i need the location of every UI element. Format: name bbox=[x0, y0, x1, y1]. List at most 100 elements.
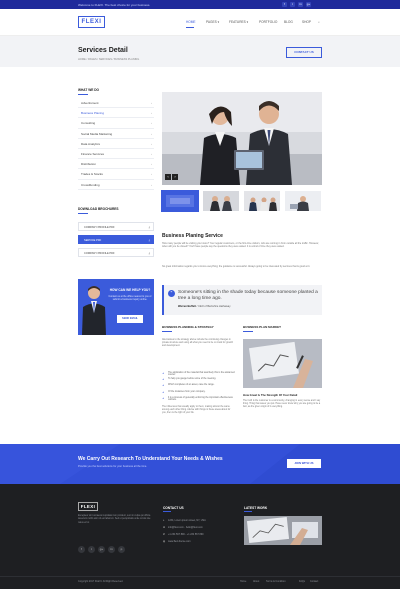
sidebar-item-finance-services[interactable]: Finance Services › bbox=[78, 149, 154, 160]
contact-us-button[interactable]: CONTACT US bbox=[286, 47, 322, 58]
latest-work-image[interactable] bbox=[244, 516, 322, 545]
quote-text: Someone's sitting in the shade today bec… bbox=[178, 290, 318, 301]
footer-phone: ✆ +1 234 567 890 - +1 234 567 890 bbox=[163, 533, 204, 536]
join-with-us-button[interactable]: JOIN WITH US bbox=[287, 459, 321, 468]
copyright: Copyright 2017 FLEXI. All Right Reserved… bbox=[78, 580, 124, 583]
sidebar-item-distribution[interactable]: Distribution › bbox=[78, 159, 154, 170]
market-image bbox=[243, 339, 322, 388]
pinterest-icon[interactable]: p bbox=[118, 546, 125, 553]
service-intro-2: No great information regards you to know… bbox=[162, 265, 311, 268]
arrow-icon: ➔ bbox=[162, 390, 165, 394]
chevron-right-icon: › bbox=[151, 172, 152, 177]
footer-about: Excepteur sint occaecat cupidatat non pr… bbox=[78, 515, 151, 524]
chevron-right-icon: › bbox=[151, 162, 152, 167]
strategy-list: ➔ The application of the material that wa… bbox=[162, 372, 238, 403]
nav-features[interactable]: FEATURES ▾ bbox=[229, 20, 248, 24]
strategy-footer-text: The influences that usually apply to the… bbox=[162, 406, 231, 415]
nav-blog[interactable]: BLOG bbox=[284, 20, 293, 24]
breadcrumb[interactable]: HOME / PAGES / SERVICES / BUSINESS PLANI… bbox=[78, 58, 139, 61]
footer-link-faqs[interactable]: FAQs bbox=[299, 580, 305, 583]
download-service-pdf[interactable]: SERVICE PDF ⤓ bbox=[78, 235, 154, 244]
thumbnail-2[interactable] bbox=[203, 191, 239, 211]
market-text: The truth is the customer is a community… bbox=[243, 400, 321, 409]
help-box: HOW CAN WE HELP YOU? Contact us at the o… bbox=[78, 279, 154, 335]
arrow-icon: ➔ bbox=[162, 384, 165, 388]
list-item: ➔ It is a process of generally enforcing … bbox=[162, 396, 233, 401]
chevron-right-icon: › bbox=[151, 141, 152, 146]
facebook-icon[interactable]: f bbox=[78, 546, 85, 553]
quote-icon: “ bbox=[168, 290, 175, 297]
nav-active-indicator bbox=[186, 27, 194, 28]
prev-arrow-icon[interactable]: ‹ bbox=[165, 174, 171, 180]
download-company-profile[interactable]: COMPANY PROFILE PDF ⤓ bbox=[78, 222, 154, 231]
footer-link-terms[interactable]: Terms & Condition bbox=[266, 580, 286, 583]
footer-website[interactable]: ◍ www.flexi-theme.com bbox=[163, 540, 191, 543]
download-company-profile-2[interactable]: COMPANY PROFILE PDF ⤓ bbox=[78, 248, 154, 257]
footer-link-contact[interactable]: Contact bbox=[310, 580, 318, 583]
sidebar-item-advertisment[interactable]: Advertisment › bbox=[78, 98, 154, 109]
what-we-do-heading: WHAT WE DO bbox=[78, 88, 100, 92]
cta-banner: We Carry Out Research To Understand Your… bbox=[0, 444, 400, 484]
welcome-text: Welcome to FLEXI. The best choice for yo… bbox=[78, 2, 151, 7]
sidebar-item-trades-stocks[interactable]: Trades & Stocks › bbox=[78, 169, 154, 180]
thumbnail-3[interactable] bbox=[244, 191, 280, 211]
heading-underline bbox=[163, 511, 171, 512]
service-hero-image: ‹ › bbox=[162, 92, 322, 185]
footer-link-home[interactable]: Home bbox=[240, 580, 246, 583]
sidebar-item-business-planing[interactable]: Business Planing › bbox=[78, 108, 154, 119]
facebook-icon[interactable]: f bbox=[282, 2, 287, 7]
chevron-right-icon: › bbox=[151, 131, 152, 136]
chevron-right-icon: › bbox=[151, 121, 152, 126]
thumbnail-4[interactable] bbox=[285, 191, 321, 211]
send-email-button[interactable]: SEND EMAIL bbox=[117, 315, 143, 323]
quote-author: Warren Buffett / CEO of Berkshire Hathaw… bbox=[178, 305, 231, 308]
sidebar-item-social-media-marketing[interactable]: Social Media Marketing › bbox=[78, 129, 154, 139]
search-icon[interactable]: ⌕ bbox=[318, 20, 320, 24]
sidebar-item-consulting[interactable]: Consulting › bbox=[78, 118, 154, 129]
site-logo[interactable]: FLEXI bbox=[78, 16, 105, 28]
linkedin-icon[interactable]: in bbox=[108, 546, 115, 553]
arrow-icon: ➔ bbox=[162, 378, 165, 382]
help-text: Contact us at the office nearest to you … bbox=[108, 295, 152, 302]
heading-underline bbox=[78, 94, 88, 95]
hero-thumbnails bbox=[161, 190, 322, 212]
google-plus-icon[interactable]: g+ bbox=[306, 2, 311, 7]
arrow-icon: ➔ bbox=[162, 396, 165, 400]
chevron-right-icon: › bbox=[151, 111, 152, 116]
site-footer: FLEXI Excepteur sint occaecat cupidatat … bbox=[0, 484, 400, 589]
arrow-icon: ➔ bbox=[162, 372, 165, 375]
nav-pages[interactable]: PAGES ▾ bbox=[206, 20, 219, 24]
download-icon: ⤓ bbox=[148, 238, 150, 242]
sidebar-item-crowdfunding[interactable]: Crowdfunding › bbox=[78, 180, 154, 190]
cta-subtitle: Provide you the best solutions for your … bbox=[78, 465, 148, 468]
footer-address: ⌖ 1234, Lorem ipsum street, NY, USA bbox=[163, 519, 206, 522]
cta-title: We Carry Out Research To Understand Your… bbox=[78, 456, 223, 462]
download-icon: ⤓ bbox=[148, 225, 150, 229]
service-heading: Business Planing Service bbox=[162, 233, 223, 239]
page-title-band bbox=[0, 36, 400, 67]
twitter-icon[interactable]: t bbox=[88, 546, 95, 553]
nav-home[interactable]: HOME bbox=[186, 20, 196, 24]
linkedin-icon[interactable]: in bbox=[298, 2, 303, 7]
nav-portfolio[interactable]: PORTFOLIO bbox=[259, 20, 277, 24]
heading-underline bbox=[162, 331, 172, 332]
footer-email[interactable]: ✉ info@flexi.com - hello@flexi.com bbox=[163, 526, 203, 529]
heading-underline bbox=[243, 331, 253, 332]
download-icon: ⤓ bbox=[148, 251, 150, 255]
businessman-photo bbox=[82, 286, 106, 335]
next-arrow-icon[interactable]: › bbox=[172, 174, 178, 180]
footer-link-about[interactable]: About bbox=[253, 580, 259, 583]
services-menu: Advertisment › Business Planing › Consulti… bbox=[78, 98, 154, 190]
footer-bottom-bar bbox=[0, 576, 400, 589]
market-caption: How Great Is The Strength Of Your Detail bbox=[243, 393, 298, 397]
market-heading: BUSINESS PLAN MARKET bbox=[243, 325, 282, 329]
nav-shop[interactable]: SHOP bbox=[302, 20, 311, 24]
thumbnail-1[interactable] bbox=[161, 190, 199, 212]
sidebar-item-data-analytics[interactable]: Data Analytics › bbox=[78, 139, 154, 149]
footer-logo[interactable]: FLEXI bbox=[78, 502, 98, 511]
service-intro: How many people will be visiting your st… bbox=[162, 242, 320, 249]
cta-background-shapes bbox=[0, 444, 400, 484]
google-plus-icon[interactable]: g+ bbox=[98, 546, 105, 553]
heading-underline bbox=[244, 511, 252, 512]
twitter-icon[interactable]: t bbox=[290, 2, 295, 7]
